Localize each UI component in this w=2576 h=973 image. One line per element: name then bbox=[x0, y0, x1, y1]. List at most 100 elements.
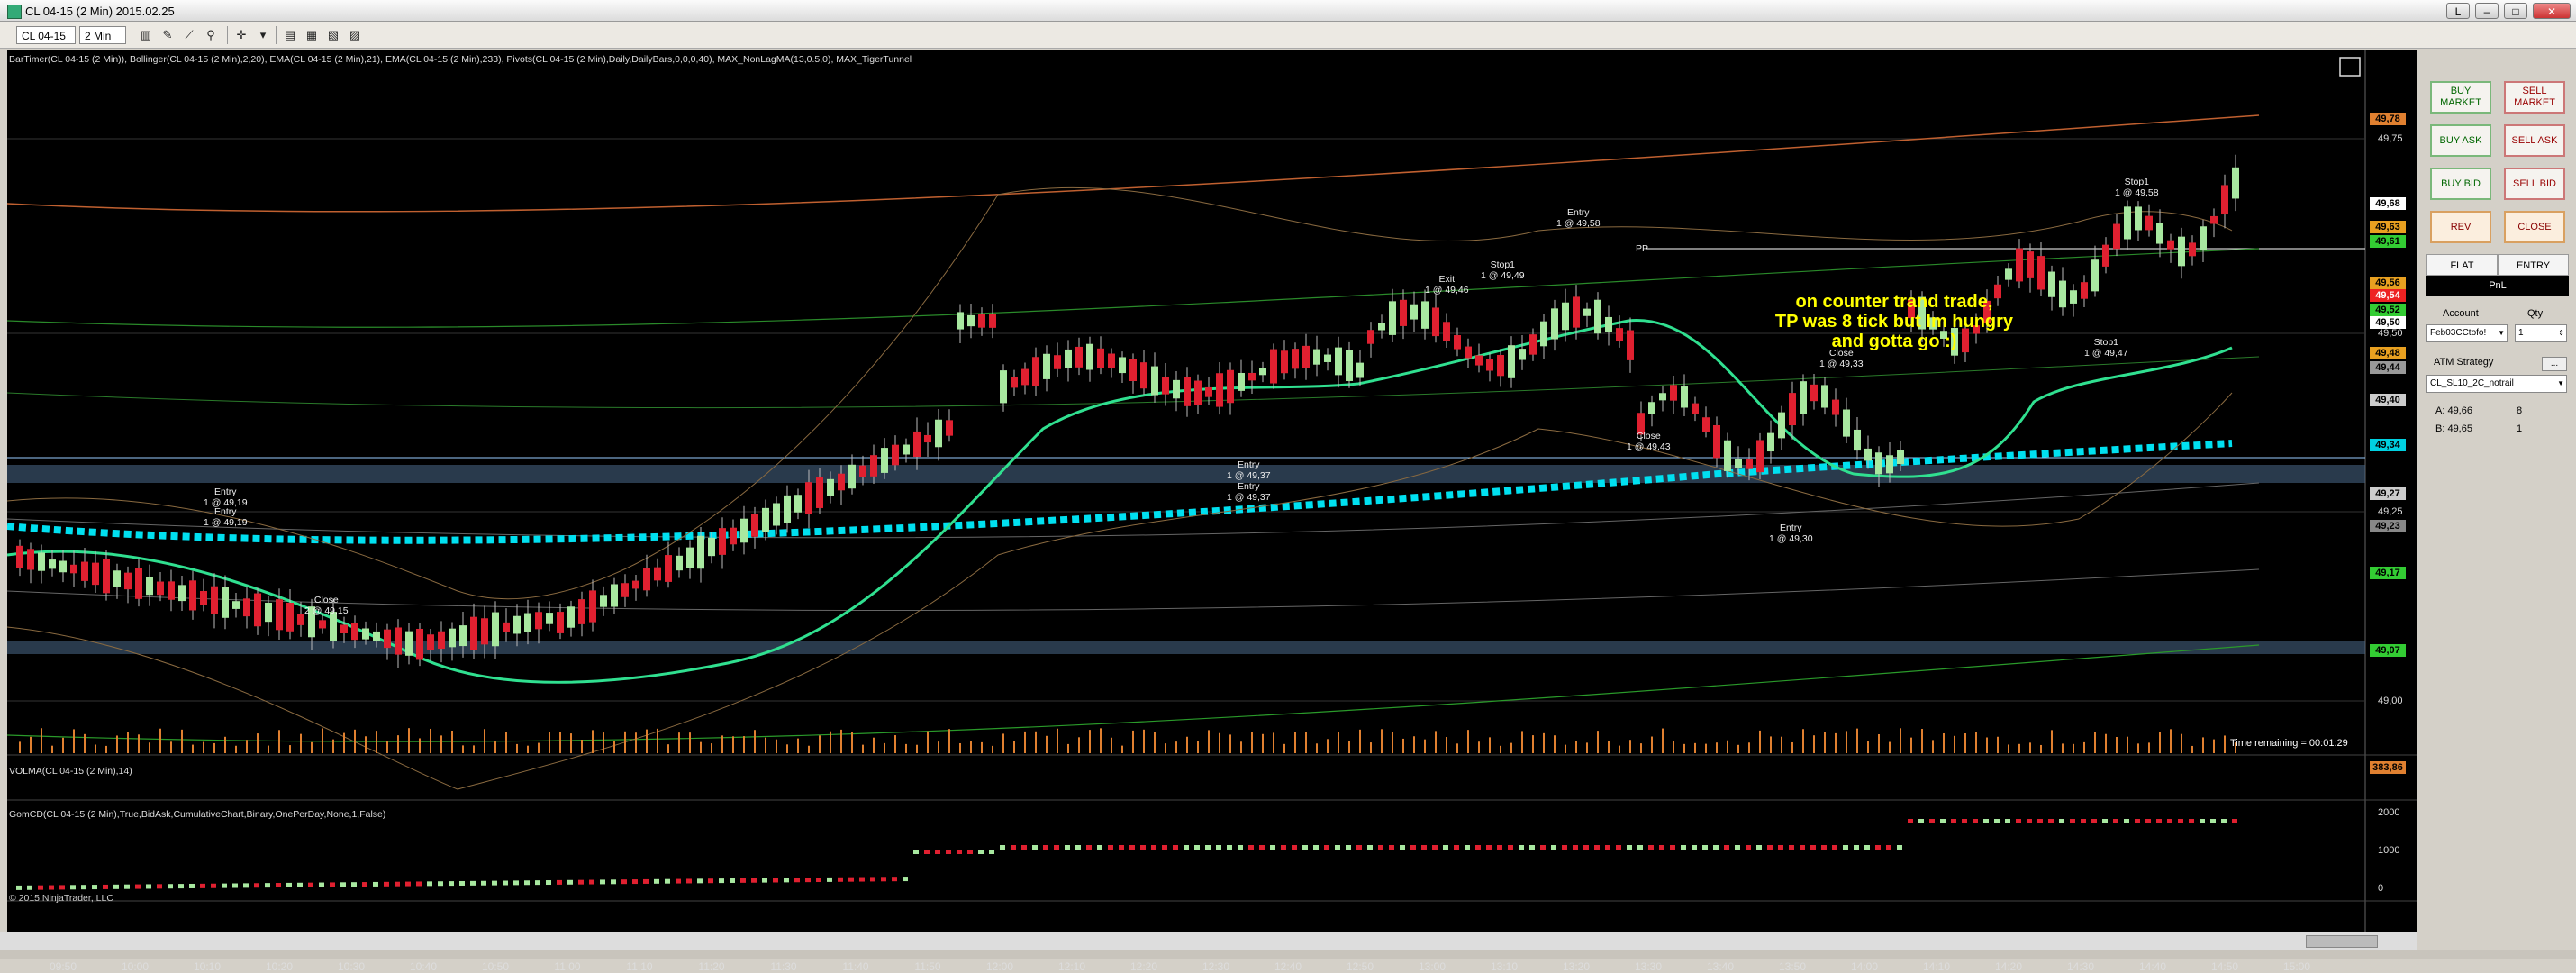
gomcd-bar bbox=[1378, 845, 1383, 850]
gomcd-bar bbox=[178, 884, 184, 889]
strategies-icon[interactable]: ▧ bbox=[324, 26, 342, 44]
chart-area[interactable]: BarTimer(CL 04-15 (2 Min)), Bollinger(CL… bbox=[7, 50, 2417, 973]
gomcd-bar bbox=[978, 850, 984, 854]
gomcd-bar bbox=[1054, 845, 1059, 850]
bear-candle bbox=[416, 628, 423, 660]
trade-marker-label: Close 1 @ 49,33 bbox=[1819, 348, 1864, 369]
gomcd-bar bbox=[1551, 845, 1556, 850]
price-tag: 49,44 bbox=[2370, 361, 2406, 374]
bull-candle bbox=[676, 555, 683, 571]
gomcd-bar bbox=[470, 880, 476, 886]
buy-market-button[interactable]: BUY MARKET bbox=[2430, 81, 2491, 114]
bear-candle bbox=[751, 514, 758, 537]
gomcd-bar bbox=[740, 878, 746, 883]
scrollbar-thumb[interactable] bbox=[2306, 935, 2378, 948]
app-icon bbox=[7, 5, 22, 19]
gomcd-bar bbox=[373, 881, 378, 887]
time-axis-label: 10:30 bbox=[337, 960, 366, 973]
gomcd-bar bbox=[557, 879, 562, 885]
gomcd-bar bbox=[1767, 845, 1773, 850]
gomcd-bar bbox=[492, 880, 497, 886]
zoom-icon[interactable]: ▾ bbox=[254, 26, 272, 44]
bull-candle bbox=[1886, 455, 1893, 474]
quantity-stepper[interactable]: 1 ⇕ bbox=[2515, 324, 2567, 342]
sell-bid-button[interactable]: SELL BID bbox=[2504, 168, 2565, 200]
maximize-button[interactable]: □ bbox=[2504, 3, 2527, 19]
bull-candle bbox=[265, 602, 272, 623]
gomcd-bar bbox=[848, 877, 854, 882]
gomcd-bar bbox=[340, 882, 346, 887]
trade-marker-label: Entry 1 @ 49,19 bbox=[204, 506, 248, 528]
bear-candle bbox=[481, 618, 488, 645]
bear-candle bbox=[2037, 256, 2045, 290]
bear-candle bbox=[654, 567, 661, 581]
bull-candle bbox=[1421, 301, 1429, 329]
buy-bid-button[interactable]: BUY BID bbox=[2430, 168, 2491, 200]
gomcd-bar bbox=[362, 882, 367, 887]
gomcd-bar bbox=[513, 880, 519, 886]
gomcd-bar bbox=[621, 879, 627, 885]
gomcd-bar bbox=[2145, 819, 2151, 823]
time-axis-label: 11:40 bbox=[842, 960, 869, 973]
bull-candle bbox=[2124, 206, 2131, 240]
crosshair-icon[interactable]: ✛ bbox=[232, 26, 250, 44]
account-select[interactable]: Feb03CCtofo! ▼ bbox=[2426, 324, 2508, 342]
horizontal-scrollbar[interactable] bbox=[0, 932, 2417, 950]
properties-icon[interactable]: ▤ bbox=[281, 26, 299, 44]
gomcd-bar bbox=[1335, 845, 1340, 850]
instrument-selector[interactable]: CL 04-15 bbox=[16, 26, 76, 44]
sell-ask-button[interactable]: SELL ASK bbox=[2504, 124, 2565, 157]
bull-candle bbox=[2005, 268, 2012, 280]
bull-candle bbox=[1378, 323, 1385, 331]
bear-candle bbox=[135, 568, 142, 599]
bull-candle bbox=[2091, 259, 2099, 292]
pencil-icon[interactable]: ✎ bbox=[159, 26, 177, 44]
time-axis-label: 12:00 bbox=[985, 960, 1014, 973]
atm-options-button[interactable]: ... bbox=[2542, 357, 2567, 371]
reverse-button[interactable]: REV bbox=[2430, 211, 2491, 243]
restore-button[interactable]: L bbox=[2446, 3, 2470, 19]
bull-candle bbox=[1119, 357, 1126, 374]
gomcd-bar bbox=[1227, 845, 1232, 850]
bear-candle bbox=[1702, 417, 1710, 432]
bear-candle bbox=[1400, 299, 1407, 326]
close-window-button[interactable]: ✕ bbox=[2533, 3, 2571, 19]
bull-candle bbox=[2059, 280, 2066, 308]
chart-replay-icon bbox=[2339, 57, 2361, 77]
bear-candle bbox=[2189, 242, 2196, 257]
chart-trader-panel: BUY MARKET SELL MARKET BUY ASK SELL ASK … bbox=[2419, 50, 2576, 951]
gomcd-axis-label: 1000 bbox=[2378, 845, 2400, 856]
minimize-button[interactable]: – bbox=[2475, 3, 2499, 19]
bear-candle bbox=[2113, 223, 2120, 250]
close-position-button[interactable]: CLOSE bbox=[2504, 211, 2565, 243]
gomcd-bar bbox=[2081, 819, 2086, 823]
bear-candle bbox=[168, 581, 175, 600]
indicator-icon[interactable]: ⚲ bbox=[202, 26, 220, 44]
gomcd-bar bbox=[1886, 845, 1891, 850]
gomcd-bar bbox=[200, 883, 205, 888]
bull-candle bbox=[697, 535, 704, 569]
interval-selector[interactable]: 2 Min bbox=[79, 26, 126, 44]
bull-candle bbox=[1821, 385, 1828, 408]
drawing-tools-icon[interactable]: ⟋ bbox=[180, 26, 198, 44]
gomcd-bar bbox=[1248, 845, 1254, 850]
toolbar-separator bbox=[227, 26, 228, 44]
bear-candle bbox=[438, 631, 445, 650]
atm-strategy-select[interactable]: CL_SL10_2C_notrail ▼ bbox=[2426, 375, 2567, 393]
chart-trader-icon[interactable]: ▨ bbox=[346, 26, 364, 44]
data-box-icon[interactable]: ▦ bbox=[303, 26, 321, 44]
sell-market-button[interactable]: SELL MARKET bbox=[2504, 81, 2565, 114]
bear-candle bbox=[16, 545, 23, 568]
bar-type-icon[interactable]: ▥ bbox=[137, 26, 155, 44]
buy-ask-button[interactable]: BUY ASK bbox=[2430, 124, 2491, 157]
bull-candle bbox=[611, 584, 618, 607]
bear-candle bbox=[276, 599, 283, 631]
gomcd-bar bbox=[719, 878, 724, 884]
bear-candle bbox=[124, 572, 132, 590]
bull-candle bbox=[232, 601, 240, 609]
ema-slow-line bbox=[7, 114, 2260, 213]
gomcd-bar bbox=[1789, 845, 1794, 850]
bull-candle bbox=[1508, 345, 1515, 378]
bull-candle bbox=[1086, 343, 1093, 370]
gomcd-bar bbox=[1238, 845, 1243, 850]
